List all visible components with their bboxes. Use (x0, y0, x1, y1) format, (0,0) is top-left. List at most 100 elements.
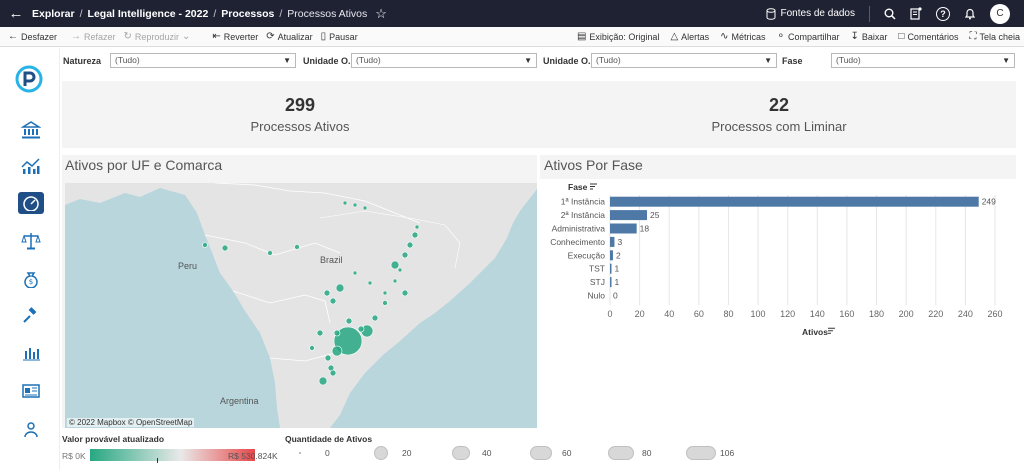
alerts-button[interactable]: △ Alertas (670, 31, 709, 42)
share-button[interactable]: ⚬ Compartilhar (777, 31, 840, 42)
sidebar-scales-icon[interactable] (18, 230, 44, 252)
map-marker[interactable] (318, 376, 328, 386)
map-marker[interactable] (342, 200, 348, 206)
map-marker[interactable] (371, 314, 379, 322)
map-marker[interactable] (329, 369, 337, 377)
south-america-map[interactable]: Peru Brazil Argentina © 2022 Mapbox © Op… (65, 183, 537, 428)
x-tick-label: 80 (723, 309, 733, 319)
bar[interactable] (610, 210, 648, 221)
dropdown-arrow-icon: ▼ (764, 56, 772, 65)
map-marker[interactable] (406, 241, 414, 249)
bar[interactable] (610, 236, 615, 247)
sort-icon[interactable] (590, 183, 597, 190)
breadcrumb-project[interactable]: Legal Intelligence - 2022 (88, 8, 209, 20)
filter-unidade-2-select[interactable]: (Tudo) ▼ (591, 53, 777, 68)
map-marker[interactable] (202, 242, 208, 248)
map-marker[interactable] (401, 251, 409, 259)
comments-button[interactable]: □ Comentários (898, 31, 958, 42)
color-legend-max: R$ 530.824K (228, 451, 278, 461)
custom-views-icon[interactable] (910, 7, 922, 20)
map-marker[interactable] (397, 267, 403, 273)
bar[interactable] (610, 277, 612, 288)
sidebar-org-chart-icon[interactable] (18, 419, 44, 441)
back-arrow-icon[interactable]: ← (0, 5, 32, 22)
sidebar-gavel-icon[interactable] (18, 305, 44, 327)
bar[interactable] (610, 263, 612, 274)
size-swatch (608, 446, 634, 460)
view-original-button[interactable]: ▤ Exibição: Original (577, 31, 659, 42)
user-avatar[interactable]: C (990, 3, 1010, 24)
map-label-brazil: Brazil (320, 255, 343, 265)
redo-button[interactable]: → Refazer (71, 31, 116, 42)
undo-button[interactable]: ← Desfazer (8, 31, 57, 42)
filter-unidade-1-label: Unidade O... (303, 56, 356, 66)
pause-label: Pausar (329, 31, 358, 42)
search-icon[interactable] (884, 8, 896, 20)
sort-icon[interactable] (828, 327, 835, 334)
color-legend-tick (157, 458, 158, 463)
filter-unidade-1-select[interactable]: (Tudo) ▼ (351, 53, 537, 68)
sidebar-money-bag-icon[interactable]: $ (18, 268, 44, 290)
favorite-star-icon[interactable]: ☆ (375, 6, 387, 22)
sidebar-bar-chart-icon[interactable] (18, 342, 44, 364)
category-label: Nulo (588, 291, 606, 301)
map-marker[interactable] (352, 202, 358, 208)
map-marker[interactable] (316, 329, 324, 337)
bar[interactable] (610, 250, 613, 261)
fullscreen-button[interactable]: ⛶ Tela cheia (969, 31, 1020, 42)
map-marker[interactable] (392, 278, 398, 284)
map-marker[interactable] (382, 290, 388, 296)
comment-icon: □ (898, 31, 905, 42)
map-marker[interactable] (352, 270, 358, 276)
revert-label: Reverter (223, 31, 259, 42)
sidebar-trend-chart-icon[interactable] (18, 155, 44, 177)
refresh-button[interactable]: ⟳ Atualizar (266, 31, 312, 42)
map-marker[interactable] (329, 297, 337, 305)
data-sources-button[interactable]: Fontes de dados (766, 7, 855, 20)
sidebar-bank-icon[interactable] (18, 119, 44, 141)
map-marker[interactable] (324, 354, 332, 362)
redo-arrow-icon: → (71, 31, 82, 42)
x-tick-label: 60 (694, 309, 704, 319)
map-marker[interactable] (331, 345, 343, 357)
bar[interactable] (610, 223, 637, 234)
replay-button[interactable]: ↻ Reproduzir ⌄ (124, 31, 191, 42)
pause-button[interactable]: ▯ Pausar (321, 31, 358, 42)
map-marker[interactable] (401, 289, 409, 297)
help-icon[interactable]: ? (936, 6, 950, 21)
sidebar-newspaper-icon[interactable] (18, 380, 44, 402)
map-marker[interactable] (414, 224, 420, 230)
map-marker[interactable] (335, 283, 345, 293)
x-axis-label: Ativos (802, 327, 828, 337)
map-attribution[interactable]: © 2022 Mapbox © OpenStreetMap (67, 418, 195, 427)
category-label: 1ª Instância (561, 197, 606, 207)
size-legend: Quantidade de Ativos 0 20 40 60 80 106 (285, 434, 735, 470)
map-marker[interactable] (333, 329, 341, 337)
breadcrumb-explorar[interactable]: Explorar (32, 8, 75, 20)
map-marker[interactable] (267, 250, 273, 256)
map-marker[interactable] (367, 280, 373, 286)
map-marker[interactable] (294, 244, 300, 250)
breadcrumb-workbook[interactable]: Processos (221, 8, 274, 20)
kpi-panel: 299 Processos Ativos 22 Processos com Li… (62, 81, 1016, 148)
download-button[interactable]: ↧ Baixar (850, 31, 887, 42)
filter-unidade-2-value: (Tudo) (596, 55, 621, 65)
y-axis-label: Fase (568, 182, 588, 192)
map-marker[interactable] (345, 317, 353, 325)
map-marker[interactable] (362, 205, 368, 211)
filter-natureza-select[interactable]: (Tudo) ▼ (110, 53, 296, 68)
map-marker[interactable] (323, 289, 331, 297)
map-marker[interactable] (390, 260, 400, 270)
map-marker[interactable] (309, 345, 315, 351)
metrics-button[interactable]: ∿ Métricas (720, 31, 765, 42)
map-marker[interactable] (221, 244, 229, 252)
map-marker[interactable] (357, 325, 365, 333)
filter-fase-select[interactable]: (Tudo) ▼ (831, 53, 1015, 68)
notifications-bell-icon[interactable] (964, 7, 976, 20)
fullscreen-icon: ⛶ (969, 31, 977, 42)
bar[interactable] (610, 196, 979, 207)
revert-button[interactable]: ⇤ Reverter (212, 31, 258, 42)
map-marker[interactable] (411, 231, 419, 239)
map-marker[interactable] (382, 300, 388, 306)
sidebar-gauge-icon[interactable] (18, 192, 44, 214)
